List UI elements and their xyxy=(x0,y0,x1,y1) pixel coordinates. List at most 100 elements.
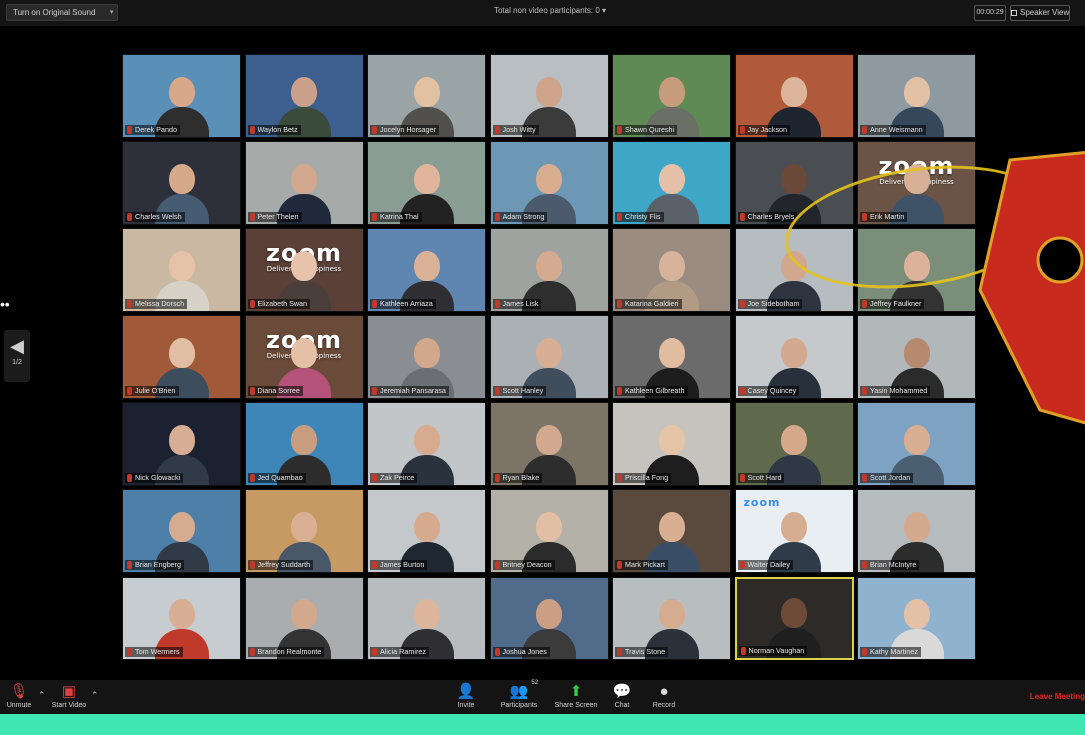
video-tile[interactable]: Kathleen Arriaza xyxy=(367,228,486,312)
video-tile[interactable]: Jeffrey Suddarth xyxy=(244,489,364,573)
participant-head xyxy=(903,511,930,542)
video-tile[interactable]: Britney Deacon xyxy=(489,489,609,573)
speaker-view-button[interactable]: Speaker View xyxy=(1010,5,1070,21)
video-tile[interactable]: Priscilla Fong xyxy=(612,402,731,486)
previous-page-button[interactable]: ◀ 1/2 xyxy=(4,330,30,382)
participant-name: Jeffrey Faulkner xyxy=(860,298,925,309)
non-video-participants-dropdown[interactable]: Total non video participants: 0 ▾ xyxy=(400,6,700,15)
participant-name: Brian McIntyre xyxy=(860,559,920,570)
video-tile[interactable]: Shawn Qureshi xyxy=(612,54,731,138)
participant-head xyxy=(903,599,930,630)
video-tile[interactable]: Mark Pickart xyxy=(612,489,731,573)
video-tile[interactable]: Brian Engberg xyxy=(122,489,241,573)
video-tile[interactable]: Ryan Blake xyxy=(489,402,609,486)
chevron-down-icon: ▾ xyxy=(602,6,607,15)
video-tile[interactable]: Katrina Thal xyxy=(367,141,486,225)
video-tile[interactable]: Jay Jackson xyxy=(734,54,854,138)
participant-name: Katarina Galdieri xyxy=(615,298,682,309)
participant-head xyxy=(658,250,685,281)
video-tile[interactable]: Brandon Realmonte xyxy=(244,576,364,661)
participant-head xyxy=(658,76,685,107)
video-tile[interactable]: Jeremiah Pansarasa xyxy=(367,315,486,399)
video-tile[interactable]: Scott Hanley xyxy=(489,315,609,399)
chat-label: Chat xyxy=(614,702,630,709)
video-tile[interactable]: Kathleen Gilbreath xyxy=(612,315,731,399)
meeting-toolbar: 🎙 Unmute ⌃ ▣ Start Video ⌃ 👤 Invite 👥 52… xyxy=(0,680,1085,714)
participant-name: Peter Thelen xyxy=(247,211,302,222)
participant-head xyxy=(658,511,685,542)
leave-meeting-button[interactable]: Leave Meeting xyxy=(1030,692,1085,701)
video-tile[interactable]: Norman Vaughan xyxy=(734,576,854,661)
participant-name: Mark Pickart xyxy=(615,559,668,570)
video-tile[interactable]: James Lisk xyxy=(489,228,609,312)
participant-name: Zak Peirce xyxy=(370,472,418,483)
original-sound-button[interactable]: Turn on Original Sound ▾ xyxy=(6,4,119,21)
start-video-label: Start Video xyxy=(51,702,87,709)
video-tile[interactable]: Brian McIntyre xyxy=(857,489,976,573)
video-tile[interactable]: Charles Welsh xyxy=(122,141,241,225)
participant-name: Jed Quambao xyxy=(247,472,306,483)
participant-head xyxy=(903,76,930,107)
video-tile[interactable]: Waylon Betz xyxy=(244,54,364,138)
video-tile[interactable]: Travis Stone xyxy=(612,576,731,661)
video-tile[interactable]: zoom Walter Dailey xyxy=(734,489,854,573)
video-tile[interactable]: Peter Thelen xyxy=(244,141,364,225)
speaker-view-icon xyxy=(1011,10,1017,16)
video-off-icon: ▣ xyxy=(61,683,77,700)
invite-button[interactable]: 👤 Invite xyxy=(443,682,489,709)
video-tile[interactable]: Alicia Ramirez xyxy=(367,576,486,661)
participant-name: Shawn Qureshi xyxy=(615,124,678,135)
video-tile[interactable]: James Burton xyxy=(367,489,486,573)
participant-name: Walter Dailey xyxy=(737,559,793,570)
video-options-chevron-icon[interactable]: ⌃ xyxy=(91,690,99,701)
video-tile[interactable]: Nick Glowacki xyxy=(122,402,241,486)
video-tile[interactable]: Adam Strong xyxy=(489,141,609,225)
video-tile[interactable]: Jocelyn Horsager xyxy=(367,54,486,138)
start-video-button[interactable]: ▣ Start Video xyxy=(46,682,92,709)
participant-name: Joshua Jones xyxy=(492,647,550,658)
participant-name: Scott Hanley xyxy=(492,385,547,396)
participant-name: Anne Weismann xyxy=(860,124,926,135)
video-tile[interactable]: Derek Pando xyxy=(122,54,241,138)
video-tile[interactable]: Joshua Jones xyxy=(489,576,609,661)
unmute-button[interactable]: 🎙 Unmute xyxy=(0,682,42,709)
video-tile[interactable]: Josh Witty xyxy=(489,54,609,138)
video-tile[interactable]: zoomDelivering HappinessDiana Sorree xyxy=(244,315,364,399)
share-screen-button[interactable]: ⬆ Share Screen xyxy=(553,682,599,709)
audio-options-chevron-icon[interactable]: ⌃ xyxy=(38,690,46,701)
video-tile[interactable]: Anne Weismann xyxy=(857,54,976,138)
video-tile[interactable]: Tom Wermers xyxy=(122,576,241,661)
video-tile[interactable]: Zak Peirce xyxy=(367,402,486,486)
top-bar: Turn on Original Sound ▾ Total non video… xyxy=(0,0,1085,26)
invite-label: Invite xyxy=(457,702,475,709)
video-tile[interactable]: Yasin Mohammed xyxy=(857,315,976,399)
participant-head xyxy=(536,76,562,107)
participant-head xyxy=(168,599,195,630)
bottom-accent-strip xyxy=(0,714,1085,735)
video-tile[interactable]: Kathy Martinez xyxy=(857,576,976,661)
record-button[interactable]: ● Record xyxy=(641,682,687,709)
video-tile[interactable]: Casey Quincey xyxy=(734,315,854,399)
participant-head xyxy=(291,337,317,368)
participant-head xyxy=(413,163,440,194)
video-tile[interactable]: Julie O'Brien xyxy=(122,315,241,399)
participant-name: Charles Bryels xyxy=(737,211,798,222)
participant-head xyxy=(291,76,317,107)
participant-name: Brian Engberg xyxy=(125,559,184,570)
video-tile[interactable]: Christy Flis xyxy=(612,141,731,225)
participant-head xyxy=(781,511,807,542)
chat-button[interactable]: 💬 Chat xyxy=(599,682,645,709)
participants-button[interactable]: 👥 52 Participants xyxy=(496,680,542,709)
video-tile[interactable]: Scott Jordan xyxy=(857,402,976,486)
chevron-down-icon[interactable]: ▾ xyxy=(110,5,114,20)
participant-name: James Lisk xyxy=(492,298,542,309)
decorative-dots: • • xyxy=(0,296,10,312)
video-tile[interactable]: Jed Quambao xyxy=(244,402,364,486)
video-tile[interactable]: zoomDelivering HappinessElizabeth Swan xyxy=(244,228,364,312)
participant-head xyxy=(168,163,195,194)
video-tile[interactable]: Melissa Dorsch xyxy=(122,228,241,312)
video-tile[interactable]: Scott Hard xyxy=(734,402,854,486)
participant-name: Scott Jordan xyxy=(860,472,914,483)
participant-name: Josh Witty xyxy=(492,124,539,135)
video-tile[interactable]: Katarina Galdieri xyxy=(612,228,731,312)
